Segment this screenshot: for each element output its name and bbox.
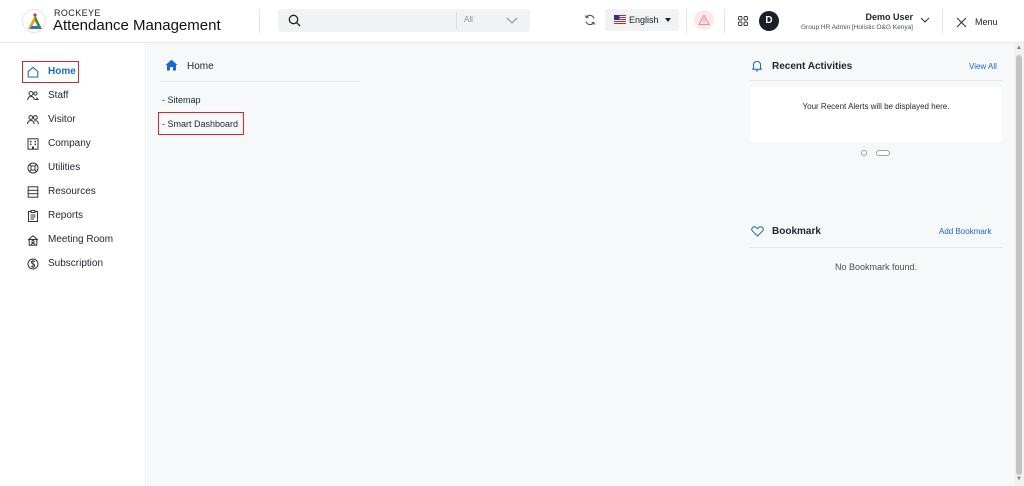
reports-icon [28,210,38,222]
sidebar-item-staff[interactable]: Staff [22,85,140,107]
language-label: English [629,15,659,25]
menu-toggle-label[interactable]: Menu [975,17,998,27]
resources-icon [27,186,39,198]
search-divider [456,12,457,29]
caret-down-icon [665,18,671,22]
page-scrollbar[interactable]: ▲ ▼ [1014,43,1024,486]
search-input[interactable] [308,9,478,32]
sidebar-item-label: Reports [48,210,84,221]
header-divider [259,9,260,33]
scroll-up-arrow-icon[interactable]: ▲ [1016,45,1022,51]
visitor-icon [27,115,39,125]
bookmark-empty-text: No Bookmark found. [834,262,918,272]
sidebar-item-label: Utilities [48,162,81,173]
carousel-dot-active[interactable] [876,150,890,156]
meeting-room-icon [27,235,39,246]
view-all-link[interactable]: View All [969,62,997,71]
sidebar-item-label: Home [48,66,76,77]
sidebar-item-resources[interactable]: Resources [22,181,140,203]
user-menu-chevron-icon[interactable] [920,17,930,23]
top-header: ROCKEYE Attendance Management All Englis… [0,0,1024,43]
sidebar-item-label: Resources [48,186,96,197]
user-avatar[interactable]: D [759,11,779,31]
company-icon [27,138,39,150]
search-icon[interactable] [288,14,301,27]
language-selector[interactable]: English [605,9,679,31]
sidebar-item-reports[interactable]: Reports [22,205,140,227]
recent-alerts-card: Your Recent Alerts will be displayed her… [750,87,1002,142]
panel-divider [750,80,1002,81]
sidebar-item-subscription[interactable]: Subscription [22,253,140,275]
heart-icon [751,226,764,237]
apps-grid-icon[interactable] [738,16,748,26]
sidebar-item-label: Subscription [48,258,104,269]
carousel-dot[interactable] [861,150,867,156]
app-title: Attendance Management [53,17,221,34]
sitemap-link[interactable]: - Sitemap [162,95,201,105]
sidebar-item-meeting-room[interactable]: Meeting Room [22,229,140,251]
warning-icon [698,14,710,25]
staff-icon [27,91,39,101]
user-name[interactable]: Demo User [865,12,913,22]
sidebar-item-label: Visitor [48,114,76,125]
sidebar-item-home[interactable]: Home [22,61,79,83]
sidebar-item-visitor[interactable]: Visitor [22,109,140,131]
recent-activities-title: Recent Activities [772,61,853,72]
home-filled-icon [165,59,178,71]
sidebar-item-label: Company [48,138,91,149]
bookmark-title: Bookmark [772,226,821,237]
us-flag-icon [614,15,626,24]
breadcrumb-divider [160,81,360,82]
header-divider [724,9,725,33]
utilities-icon [27,162,39,174]
breadcrumb-home[interactable]: Home [187,61,214,72]
scrollbar-thumb[interactable] [1016,55,1022,475]
sidebar-item-company[interactable]: Company [22,133,140,155]
chevron-down-icon[interactable] [506,17,518,24]
rockeye-logo-icon[interactable] [22,9,46,33]
close-menu-icon[interactable] [956,17,967,28]
header-divider [686,9,687,33]
home-icon [27,66,39,78]
sidebar-item-label: Staff [48,90,69,101]
search-bar: All [278,9,530,32]
refresh-icon[interactable] [584,14,596,26]
sidebar-item-label: Meeting Room [48,234,114,245]
add-bookmark-link[interactable]: Add Bookmark [939,227,991,236]
alerts-button[interactable] [694,10,714,30]
search-filter-select[interactable]: All [464,15,473,24]
recent-alerts-empty-text: Your Recent Alerts will be displayed her… [802,102,950,111]
subscription-icon [27,258,39,270]
panel-divider [750,247,1002,248]
bell-icon [752,60,762,72]
user-role: Group HR Admin [Holistic O&G Kenya] [801,24,913,31]
smart-dashboard-link[interactable]: - Smart Dashboard [158,112,244,135]
scroll-down-arrow-icon[interactable]: ▼ [1016,476,1022,482]
sidebar-item-utilities[interactable]: Utilities [22,157,140,179]
header-divider [942,9,943,33]
